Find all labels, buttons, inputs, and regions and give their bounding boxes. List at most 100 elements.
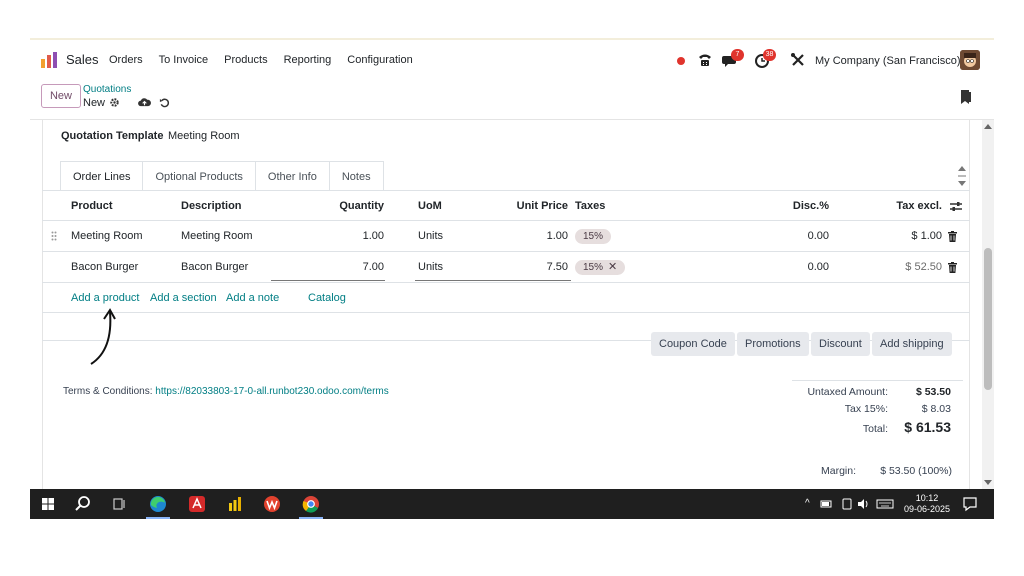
user-avatar[interactable] <box>960 50 980 70</box>
gear-icon[interactable] <box>109 97 120 108</box>
discard-undo-icon[interactable] <box>159 97 170 108</box>
control-panel: New Quotations New <box>30 80 994 120</box>
recording-indicator-icon[interactable] <box>677 57 685 65</box>
cell-quantity[interactable]: 7.00 <box>322 252 384 282</box>
remove-tag-icon[interactable]: ✕ <box>608 261 617 273</box>
cell-disc[interactable]: 0.00 <box>772 221 829 251</box>
quantity-field-underline <box>271 280 385 281</box>
cell-quantity[interactable]: 1.00 <box>322 221 384 251</box>
quotation-template-field[interactable]: Meeting Room <box>168 130 240 142</box>
wps-office-icon[interactable] <box>263 495 281 513</box>
notebook-tabs: Order Lines Optional Products Other Info… <box>60 161 384 191</box>
add-note-link[interactable]: Add a note <box>226 283 279 313</box>
add-shipping-button[interactable]: Add shipping <box>872 332 952 356</box>
cell-disc[interactable]: 0.00 <box>772 252 829 282</box>
sales-app-icon[interactable] <box>40 51 58 69</box>
terms-link[interactable]: https://82033803-17-0-all.runbot230.odoo… <box>155 386 388 397</box>
col-product[interactable]: Product <box>71 191 113 221</box>
col-taxes[interactable]: Taxes <box>575 191 605 221</box>
cell-subtotal: $ 52.50 <box>905 261 942 273</box>
tab-notes[interactable]: Notes <box>329 161 384 191</box>
col-uom[interactable]: UoM <box>418 191 442 221</box>
tab-optional-products[interactable]: Optional Products <box>143 161 256 191</box>
trash-icon[interactable] <box>948 262 957 273</box>
messages-badge: 7 <box>731 49 744 61</box>
new-button[interactable]: New <box>41 84 81 108</box>
cell-subtotal: $ 1.00 <box>911 230 942 242</box>
browser-screen: Sales Orders To Invoice Products Reporti… <box>30 38 994 519</box>
table-row[interactable]: Meeting Room Meeting Room 1.00 Units 1.0… <box>42 221 970 252</box>
menu-to-invoice[interactable]: To Invoice <box>159 54 209 66</box>
cell-taxes[interactable]: 15% ✕ <box>575 252 626 282</box>
terms-label: Terms & Conditions: <box>63 386 153 397</box>
col-tax-excl[interactable]: Tax excl. <box>872 191 942 221</box>
cell-taxes[interactable]: 15% <box>575 221 612 251</box>
scroll-down-icon[interactable] <box>984 480 992 485</box>
margin-value: $ 53.50 (100%) <box>880 465 952 477</box>
tax-tag: 15% ✕ <box>575 260 626 275</box>
tax-tag-label: 15% <box>583 262 604 273</box>
edge-active-indicator <box>146 517 170 519</box>
scroll-arrows-icon[interactable] <box>957 164 967 188</box>
cell-product[interactable]: Meeting Room <box>71 221 143 251</box>
cell-uom[interactable]: Units <box>418 221 443 251</box>
company-switcher[interactable]: My Company (San Francisco) <box>815 55 961 67</box>
cell-unit-price[interactable]: 1.00 <box>492 221 568 251</box>
scrollbar-thumb[interactable] <box>984 248 992 390</box>
pdf-reader-icon[interactable] <box>188 495 206 513</box>
phone-icon[interactable] <box>696 51 714 69</box>
untaxed-amount-label: Untaxed Amount: <box>807 386 888 398</box>
trash-icon[interactable] <box>948 231 957 242</box>
total-label: Total: <box>862 423 888 435</box>
chrome-active-indicator <box>299 517 323 519</box>
discount-button[interactable]: Discount <box>811 332 870 356</box>
cell-unit-price[interactable]: 7.50 <box>492 252 568 282</box>
add-section-link[interactable]: Add a section <box>150 283 217 313</box>
cell-description[interactable]: Meeting Room <box>181 221 253 251</box>
table-row[interactable]: Bacon Burger Bacon Burger 7.00 Units 7.5… <box>42 252 970 283</box>
keyboard-icon[interactable] <box>876 495 894 513</box>
bookmark-icon[interactable] <box>960 90 972 104</box>
tray-chevron-icon[interactable]: ^ <box>805 498 810 509</box>
drag-handle-icon[interactable] <box>51 231 57 241</box>
task-view-icon[interactable] <box>110 495 128 513</box>
edge-browser-icon[interactable] <box>149 495 167 513</box>
table-header: Product Description Quantity UoM Unit Pr… <box>42 191 970 221</box>
menu-configuration[interactable]: Configuration <box>347 54 412 66</box>
search-icon[interactable] <box>74 495 92 513</box>
tax-value: $ 8.03 <box>921 403 951 415</box>
coupon-code-button[interactable]: Coupon Code <box>651 332 735 356</box>
volume-icon[interactable] <box>856 495 870 513</box>
col-unit-price[interactable]: Unit Price <box>492 191 568 221</box>
tools-icon[interactable] <box>789 51 807 69</box>
col-disc[interactable]: Disc.% <box>772 191 829 221</box>
app-name[interactable]: Sales <box>66 52 99 67</box>
col-quantity[interactable]: Quantity <box>322 191 384 221</box>
battery-icon[interactable] <box>820 495 834 513</box>
catalog-link[interactable]: Catalog <box>308 283 346 313</box>
menu-products[interactable]: Products <box>224 54 267 66</box>
save-cloud-icon[interactable] <box>138 97 151 108</box>
terms-conditions: Terms & Conditions: https://82033803-17-… <box>63 386 389 397</box>
cell-uom[interactable]: Units <box>418 252 443 282</box>
power-bi-icon[interactable] <box>226 495 244 513</box>
system-clock[interactable]: 10:12 09-06-2025 <box>902 493 952 515</box>
cell-product[interactable]: Bacon Burger <box>71 252 138 282</box>
notifications-icon[interactable] <box>961 495 979 513</box>
activities-badge: 38 <box>763 49 776 61</box>
cell-description[interactable]: Bacon Burger <box>181 252 248 282</box>
breadcrumb-quotations[interactable]: Quotations <box>83 84 131 95</box>
optional-columns-icon[interactable] <box>950 201 962 212</box>
tab-order-lines[interactable]: Order Lines <box>60 161 144 191</box>
promotions-button[interactable]: Promotions <box>737 332 809 356</box>
device-icon[interactable] <box>840 495 854 513</box>
form-area: Quotation Template Meeting Room Order Li… <box>30 120 994 489</box>
tab-other-info[interactable]: Other Info <box>255 161 330 191</box>
col-description[interactable]: Description <box>181 191 242 221</box>
windows-start-icon[interactable] <box>39 495 57 513</box>
top-navbar: Sales Orders To Invoice Products Reporti… <box>30 40 994 80</box>
menu-reporting[interactable]: Reporting <box>284 54 332 66</box>
scroll-up-icon[interactable] <box>984 124 992 129</box>
menu-orders[interactable]: Orders <box>109 54 143 66</box>
chrome-icon[interactable] <box>302 495 320 513</box>
